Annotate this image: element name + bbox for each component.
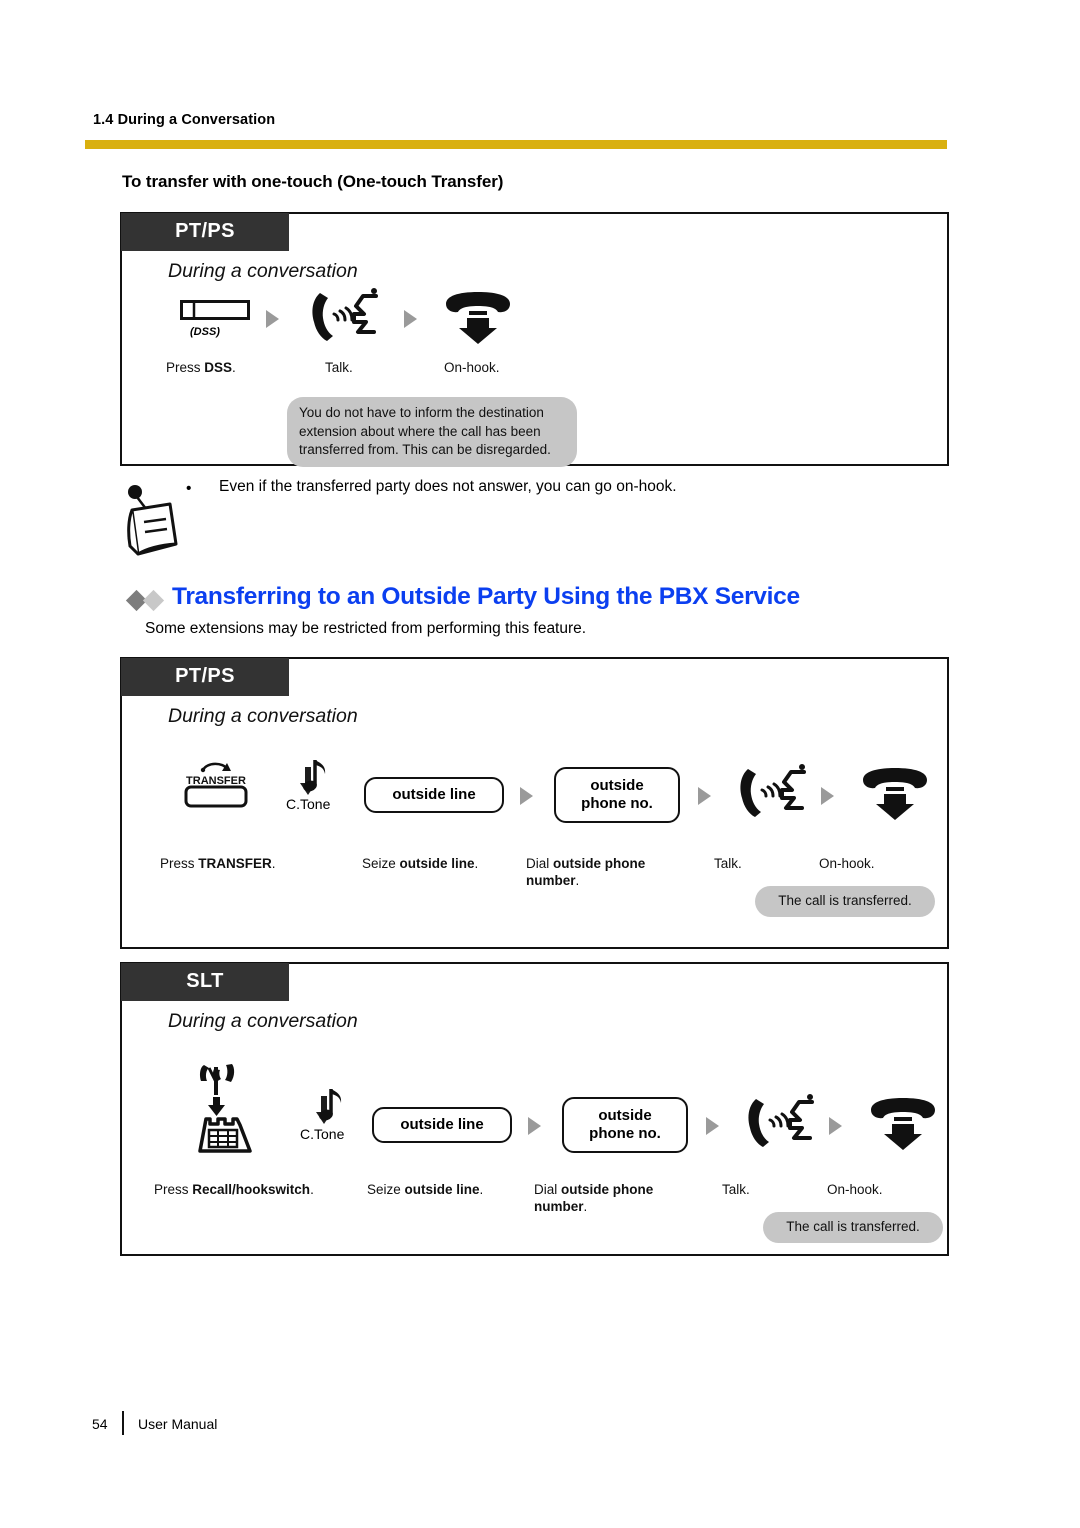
- diamond-bullet-icon: [125, 589, 168, 613]
- running-header: 1.4 During a Conversation: [93, 112, 276, 128]
- caption-seize-outside-line: Seize outside line.: [362, 856, 479, 871]
- caption-press-transfer: Press TRANSFER.: [160, 856, 276, 871]
- recall-hookswitch-icon: [192, 1059, 270, 1155]
- caption-on-hook: On-hook.: [827, 1182, 883, 1197]
- svg-text:TRANSFER: TRANSFER: [186, 775, 246, 787]
- note-bullet: •: [186, 480, 192, 497]
- pill-outside-phone-no: outside phone no.: [554, 767, 680, 823]
- footer-page-number: 54: [92, 1416, 108, 1432]
- note-text: Even if the transferred party does not a…: [219, 478, 677, 495]
- caption-talk: Talk.: [325, 360, 353, 375]
- handset-talking-icon: [744, 1094, 818, 1152]
- panel-tab-label: PT/PS: [121, 658, 289, 696]
- flow-arrow-icon: [266, 310, 279, 328]
- dss-button-label: (DSS): [190, 326, 220, 338]
- caption-press-recall-hookswitch: Press Recall/hookswitch.: [154, 1182, 314, 1197]
- section-intro-text: Some extensions may be restricted from p…: [145, 620, 587, 637]
- info-balloon: The call is transferred.: [755, 871, 935, 917]
- caption-on-hook: On-hook.: [819, 856, 875, 871]
- caption-talk: Talk.: [714, 856, 742, 871]
- footer-doc-title: User Manual: [138, 1416, 218, 1432]
- caption-on-hook: On-hook.: [444, 360, 500, 375]
- handset-onhook-down-arrow-icon: [865, 1094, 941, 1152]
- page-title: To transfer with one-touch (One-touch Tr…: [122, 172, 504, 191]
- flow-arrow-icon: [829, 1117, 842, 1135]
- footer-divider: [122, 1411, 124, 1435]
- info-balloon: You do not have to inform the destinatio…: [287, 381, 577, 467]
- memo-pushpin-icon: [118, 482, 186, 558]
- panel-pt-ps-one-touch: PT/PS During a conversation (DSS) Press …: [120, 212, 949, 467]
- flow-arrow-icon: [404, 310, 417, 328]
- confirmation-tone-note-icon: [310, 1086, 346, 1130]
- document-page: 1.4 During a Conversation To transfer wi…: [0, 0, 1080, 1528]
- pill-outside-line: outside line: [372, 1107, 512, 1143]
- ctone-label: C.Tone: [300, 1126, 345, 1142]
- panel-subtitle: During a conversation: [168, 705, 358, 727]
- info-balloon: The call is transferred.: [763, 1197, 943, 1243]
- handset-talking-icon: [736, 764, 810, 822]
- panel-subtitle: During a conversation: [168, 1010, 358, 1032]
- panel-subtitle: During a conversation: [168, 260, 358, 282]
- handset-talking-icon: [308, 288, 382, 346]
- dss-button-icon: [180, 300, 250, 326]
- panel-pt-ps-outside-transfer: PT/PS During a conversation TRANSFER C.T…: [120, 657, 949, 949]
- flow-arrow-icon: [706, 1117, 719, 1135]
- confirmation-tone-note-icon: [294, 757, 330, 801]
- pill-outside-line: outside line: [364, 777, 504, 813]
- caption-talk: Talk.: [722, 1182, 750, 1197]
- handset-onhook-down-arrow-icon: [440, 288, 516, 346]
- transfer-button-icon: TRANSFER: [177, 759, 255, 809]
- caption-dial-outside-phone-number: Dial outside phone number.: [526, 856, 646, 888]
- flow-arrow-icon: [698, 787, 711, 805]
- handset-onhook-down-arrow-icon: [857, 764, 933, 822]
- caption-press-dss: Press DSS.: [166, 360, 236, 375]
- pill-outside-phone-no: outside phone no.: [562, 1097, 688, 1153]
- header-rule: [85, 140, 947, 149]
- panel-tab-label: PT/PS: [121, 213, 289, 251]
- ctone-label: C.Tone: [286, 796, 331, 812]
- panel-slt-outside-transfer: SLT During a conversation C.Tone outside…: [120, 962, 949, 1256]
- caption-dial-outside-phone-number: Dial outside phone number.: [534, 1182, 654, 1214]
- panel-tab-label: SLT: [121, 963, 289, 1001]
- flow-arrow-icon: [821, 787, 834, 805]
- section-heading: Transferring to an Outside Party Using t…: [172, 583, 800, 610]
- caption-seize-outside-line: Seize outside line.: [367, 1182, 484, 1197]
- flow-arrow-icon: [528, 1117, 541, 1135]
- flow-arrow-icon: [520, 787, 533, 805]
